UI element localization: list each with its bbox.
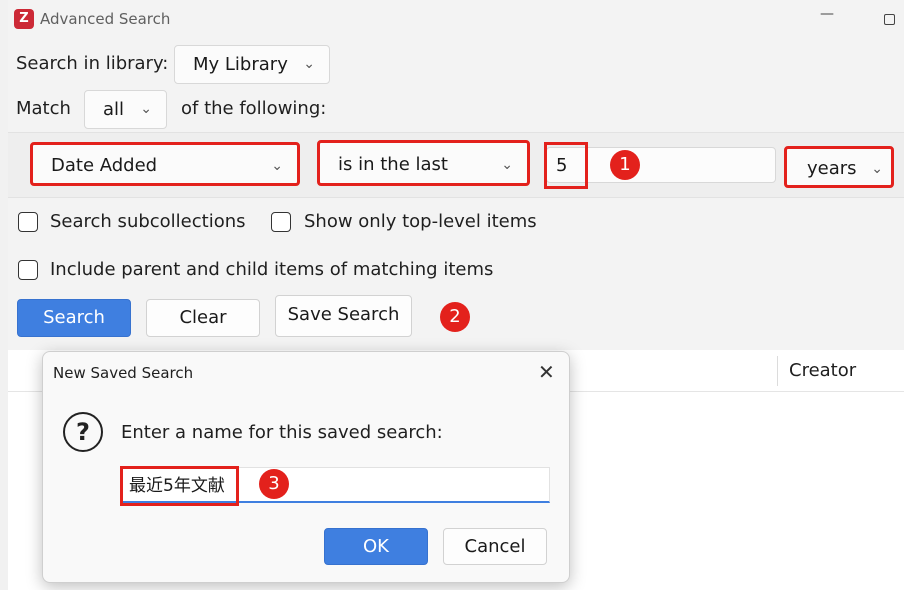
window-title: Advanced Search [40, 10, 171, 28]
match-label: Match [16, 98, 71, 119]
cancel-button[interactable]: Cancel [443, 528, 547, 565]
condition-field-select[interactable]: Date Added ⌄ [30, 142, 300, 186]
top-level-only-label: Show only top-level items [304, 211, 537, 232]
creator-column-header[interactable]: Creator [789, 360, 856, 381]
annotation-badge-3: 3 [259, 469, 289, 499]
condition-unit-select[interactable]: years ⌄ [784, 146, 894, 188]
maximize-icon[interactable] [884, 14, 895, 25]
chevron-down-icon: ⌄ [140, 101, 152, 117]
dialog-title: New Saved Search [53, 364, 194, 382]
annotation-badge-1: 1 [610, 150, 640, 180]
library-label: Search in library: [16, 53, 169, 74]
annotation-badge-2: 2 [440, 302, 470, 332]
library-select[interactable]: My Library ⌄ [174, 45, 330, 84]
top-level-only-checkbox[interactable] [271, 212, 291, 232]
chevron-down-icon: ⌄ [501, 157, 513, 173]
saved-search-name-value: 最近5年文献 [120, 466, 239, 506]
close-icon[interactable]: ✕ [538, 360, 555, 384]
save-search-button[interactable]: Save Search [275, 295, 412, 337]
minimize-icon[interactable]: — [820, 6, 834, 22]
condition-field-value: Date Added [51, 155, 158, 176]
match-select-value: all [103, 99, 125, 120]
condition-value-text: 5 [544, 142, 588, 189]
advanced-search-window: Z Advanced Search — Search in library: M… [8, 0, 904, 350]
zotero-app-icon: Z [14, 9, 34, 29]
chevron-down-icon: ⌄ [271, 158, 283, 174]
condition-row: Date Added ⌄ is in the last ⌄ 5 1 years … [8, 132, 904, 198]
search-subcollections-checkbox[interactable] [18, 212, 38, 232]
condition-operator-value: is in the last [338, 154, 448, 175]
question-icon: ? [63, 412, 103, 452]
chevron-down-icon: ⌄ [871, 161, 883, 177]
dialog-prompt: Enter a name for this saved search: [121, 422, 443, 443]
library-select-value: My Library [193, 54, 288, 75]
match-suffix-label: of the following: [181, 98, 327, 119]
new-saved-search-dialog: New Saved Search ✕ ? Enter a name for th… [42, 351, 570, 583]
title-bar: Z Advanced Search — [8, 0, 904, 38]
column-divider [777, 356, 778, 386]
condition-operator-select[interactable]: is in the last ⌄ [317, 140, 530, 186]
clear-button[interactable]: Clear [146, 299, 260, 337]
condition-unit-value: years [807, 158, 857, 179]
include-parent-child-checkbox[interactable] [18, 260, 38, 280]
chevron-down-icon: ⌄ [303, 56, 315, 72]
include-parent-child-label: Include parent and child items of matchi… [50, 259, 494, 280]
match-select[interactable]: all ⌄ [84, 90, 167, 129]
search-button[interactable]: Search [17, 299, 131, 337]
search-subcollections-label: Search subcollections [50, 211, 246, 232]
ok-button[interactable]: OK [324, 528, 428, 565]
